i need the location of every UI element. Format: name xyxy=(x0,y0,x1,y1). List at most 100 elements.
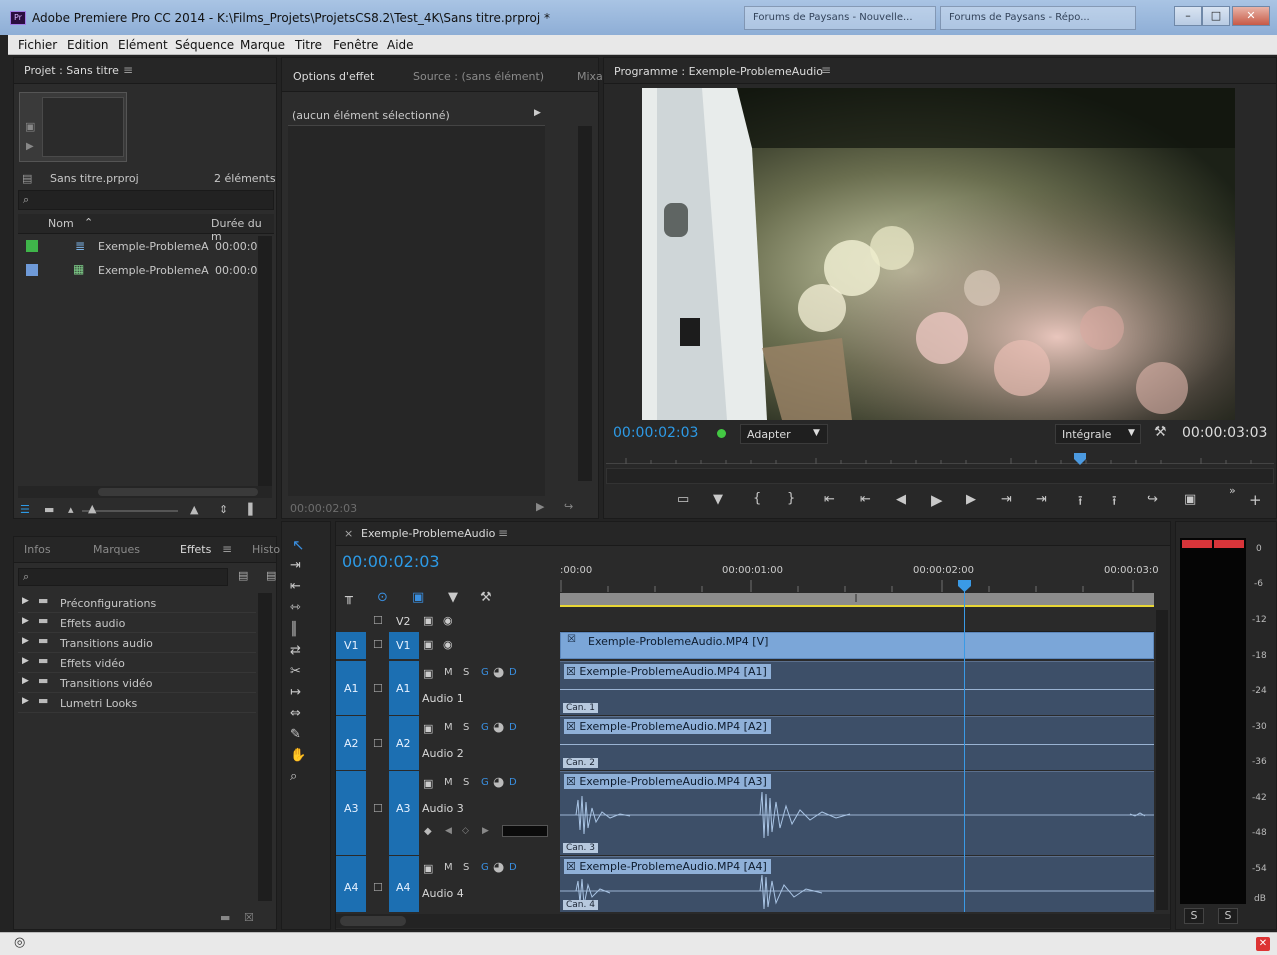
mute-button[interactable]: M xyxy=(444,862,453,873)
automate-icon[interactable]: ▐ xyxy=(244,503,252,516)
volume-knob-icon[interactable]: ◕ xyxy=(493,720,504,735)
volume-knob-icon[interactable]: ◕ xyxy=(493,775,504,790)
creative-cloud-icon[interactable]: ◎ xyxy=(14,935,25,950)
more-buttons-icon[interactable]: » xyxy=(1229,484,1236,497)
slip-tool-icon[interactable]: ↦ xyxy=(290,685,301,700)
sort-ascending-icon[interactable]: ⌃ xyxy=(84,216,93,229)
menu-element[interactable]: Elément xyxy=(118,38,168,52)
expand-timeline-icon[interactable]: ▶ xyxy=(534,108,541,118)
accelerated-effects-icon[interactable]: ▤ xyxy=(238,569,248,582)
export-frame-icon[interactable]: ↪ xyxy=(1147,492,1158,507)
voiceover-indicator[interactable]: D xyxy=(509,777,517,788)
sort-icon[interactable]: ⇕ xyxy=(219,503,228,516)
project-search-input[interactable]: ⌕ xyxy=(18,190,274,210)
voiceover-indicator[interactable]: D xyxy=(509,862,517,873)
32bit-effects-icon[interactable]: ▤ xyxy=(266,569,276,582)
track-target-a2[interactable]: A2 xyxy=(389,716,419,770)
menu-sequence[interactable]: Séquence xyxy=(175,38,234,52)
nest-sequence-icon[interactable]: ╥ xyxy=(345,590,353,605)
panel-menu-icon[interactable]: ≡ xyxy=(222,542,232,556)
volume-knob-icon[interactable]: ◕ xyxy=(493,860,504,875)
step-forward-icon[interactable]: ▶ xyxy=(966,492,976,507)
timeline-horizontal-scrollbar[interactable] xyxy=(336,914,1170,928)
list-item[interactable]: ▶ ▬ Préconfigurations xyxy=(18,593,256,613)
zoom-slider-thumb[interactable]: ▲ xyxy=(88,502,96,515)
track-target-a4[interactable]: A4 xyxy=(389,856,419,912)
gain-indicator[interactable]: G xyxy=(481,667,489,678)
track-select-backward-icon[interactable]: ⇤ xyxy=(290,579,301,594)
tab-effect-options[interactable]: Options d'effet xyxy=(293,70,374,83)
volume-knob-icon[interactable]: ◕ xyxy=(493,665,504,680)
eye-icon[interactable]: ◉ xyxy=(443,614,453,627)
zoom-out-icon[interactable]: ▴ xyxy=(68,503,74,516)
rate-stretch-tool-icon[interactable]: ⇄ xyxy=(290,643,301,658)
pen-tool-icon[interactable]: ✎ xyxy=(290,727,301,742)
safe-margins-icon[interactable]: ▭ xyxy=(677,492,689,507)
menu-titre[interactable]: Titre xyxy=(295,38,322,52)
expand-arrow-icon[interactable]: ▶ xyxy=(22,636,29,646)
source-patch-a3[interactable]: A3 xyxy=(336,771,366,855)
voiceover-indicator[interactable]: D xyxy=(509,722,517,733)
tab-sequence[interactable]: Exemple-ProblemeAudio xyxy=(361,527,495,540)
track-target-v1[interactable]: V1 xyxy=(389,632,419,659)
menu-fenetre[interactable]: Fenêtre xyxy=(333,38,378,52)
list-item[interactable]: ▶ ▬ Lumetri Looks xyxy=(18,693,256,713)
trash-icon[interactable]: ☒ xyxy=(244,911,254,924)
add-keyframe-icon[interactable]: ◆ xyxy=(424,826,432,837)
timeline-current-timecode[interactable]: 00:00:02:03 xyxy=(342,552,440,571)
add-marker-icon[interactable]: ▼ xyxy=(448,590,458,605)
error-indicator-icon[interactable]: ✕ xyxy=(1256,937,1270,951)
mute-button[interactable]: M xyxy=(444,667,453,678)
zoom-tool-icon[interactable]: ⌕ xyxy=(290,769,297,784)
menu-edition[interactable]: Edition xyxy=(67,38,109,52)
lock-icon[interactable]: ☐ xyxy=(373,614,383,627)
gain-indicator[interactable]: G xyxy=(481,862,489,873)
program-playhead[interactable] xyxy=(1074,453,1087,465)
timeline-settings-icon[interactable]: ⚒ xyxy=(480,590,492,605)
settings-wrench-icon[interactable]: ⚒ xyxy=(1154,424,1167,440)
timeline-clip-video[interactable]: ☒ Exemple-ProblemeAudio.MP4 [V] xyxy=(560,632,1154,659)
program-current-timecode[interactable]: 00:00:02:03 xyxy=(613,425,698,441)
project-vertical-scrollbar[interactable] xyxy=(258,236,272,486)
track-label-v2[interactable]: V2 xyxy=(396,615,411,628)
track-target-a1[interactable]: A1 xyxy=(389,661,419,715)
slide-tool-icon[interactable]: ⇔ xyxy=(290,706,301,721)
panel-menu-icon[interactable]: ≡ xyxy=(498,526,508,540)
list-item[interactable]: ▶ ▬ Effets audio xyxy=(18,613,256,633)
expand-arrow-icon[interactable]: ▶ xyxy=(22,696,29,706)
mute-button[interactable]: M xyxy=(444,777,453,788)
add-marker-icon[interactable]: ▼ xyxy=(713,492,723,507)
sync-lock-icon[interactable]: ▣ xyxy=(423,777,433,790)
hand-tool-icon[interactable]: ✋ xyxy=(290,748,306,763)
tab-program[interactable]: Programme : Exemple-ProblemeAudio xyxy=(614,65,823,78)
project-horizontal-scrollbar[interactable] xyxy=(18,486,272,498)
maximize-button[interactable]: □ xyxy=(1202,6,1230,26)
menu-aide[interactable]: Aide xyxy=(387,38,414,52)
tab-infos[interactable]: Infos xyxy=(24,543,51,556)
play-audio-icon[interactable]: ▶ xyxy=(536,500,544,513)
go-to-out-icon[interactable]: ⇥ xyxy=(1001,492,1012,507)
expand-arrow-icon[interactable]: ▶ xyxy=(22,656,29,666)
tab-effets[interactable]: Effets xyxy=(180,543,211,556)
lock-icon[interactable]: ☐ xyxy=(373,638,383,651)
sync-lock-icon[interactable]: ▣ xyxy=(423,862,433,875)
snap-magnet-icon[interactable]: ⊙ xyxy=(377,590,388,605)
icon-view-icon[interactable]: ▬ xyxy=(44,503,54,516)
mark-in-icon[interactable]: { xyxy=(753,491,761,506)
step-back-icon[interactable]: ◀ xyxy=(896,492,906,507)
timeline-playhead[interactable] xyxy=(957,580,971,912)
close-sequence-icon[interactable]: × xyxy=(344,527,353,540)
button-editor-add-icon[interactable]: + xyxy=(1249,491,1262,509)
timeline-clip-a1[interactable]: ☒ Exemple-ProblemeAudio.MP4 [A1] Can. 1 xyxy=(560,661,1154,715)
effect-options-scrollbar[interactable] xyxy=(578,126,592,481)
extract-icon[interactable]: ⭱ xyxy=(1112,492,1117,514)
expand-arrow-icon[interactable]: ▶ xyxy=(22,676,29,686)
list-item[interactable]: ▶ ▬ Effets vidéo xyxy=(18,653,256,673)
program-zoom-scrollbar[interactable] xyxy=(606,468,1274,484)
source-patch-a1[interactable]: A1 xyxy=(336,661,366,715)
sync-lock-icon[interactable]: ▣ xyxy=(423,722,433,735)
expand-arrow-icon[interactable]: ▶ xyxy=(22,616,29,626)
zoom-in-icon[interactable]: ▲ xyxy=(190,503,198,516)
solo-right-button[interactable]: S xyxy=(1218,908,1238,924)
scroll-thumb[interactable] xyxy=(98,488,258,496)
